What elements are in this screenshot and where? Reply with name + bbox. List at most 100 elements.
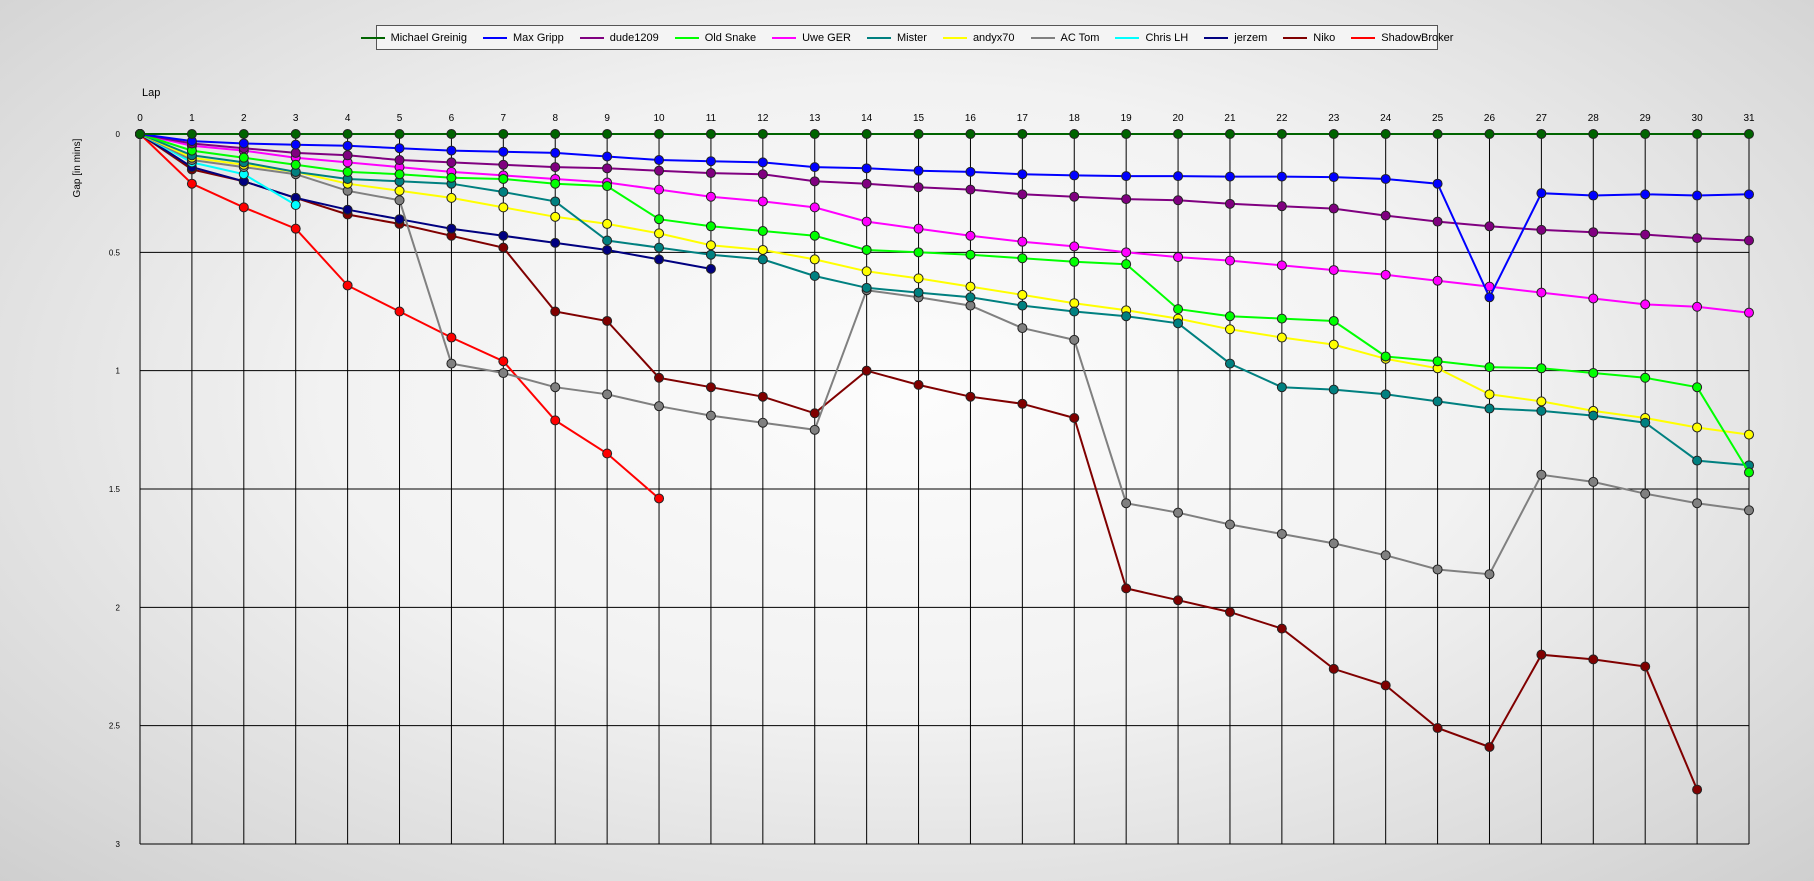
data-point	[550, 211, 561, 222]
data-point	[1380, 173, 1391, 184]
data-point	[238, 202, 249, 213]
data-point	[394, 214, 405, 225]
data-point	[757, 226, 768, 237]
data-point	[965, 230, 976, 241]
data-point	[550, 147, 561, 158]
data-point	[1744, 429, 1754, 440]
data-point	[1276, 332, 1287, 343]
x-tick-label: 31	[1743, 113, 1755, 124]
data-point	[1276, 201, 1287, 212]
data-point	[1173, 195, 1184, 206]
x-tick-label: 12	[757, 113, 769, 124]
data-point	[1432, 129, 1443, 139]
x-tick-label: 18	[1069, 113, 1081, 124]
data-point	[1380, 550, 1391, 561]
data-point	[1640, 488, 1651, 499]
data-point	[913, 273, 924, 284]
data-point	[342, 166, 353, 177]
data-point	[861, 244, 872, 255]
series-line	[139, 133, 1750, 314]
data-point	[186, 178, 197, 189]
data-point	[705, 263, 716, 274]
data-point	[654, 254, 665, 265]
data-point	[1328, 315, 1339, 326]
data-point	[446, 172, 457, 183]
data-point	[602, 181, 613, 192]
data-point	[602, 315, 613, 326]
data-point	[1536, 396, 1547, 407]
data-point	[1224, 171, 1235, 182]
data-point	[290, 147, 301, 158]
data-point	[757, 129, 768, 139]
data-point	[1017, 129, 1028, 139]
data-point	[809, 254, 820, 265]
data-point	[965, 129, 976, 139]
data-point	[1432, 564, 1443, 575]
data-point	[498, 186, 509, 197]
data-point	[1173, 507, 1184, 518]
x-tick-label: 6	[449, 113, 455, 124]
series-ac-tom	[135, 129, 1754, 580]
data-point	[1121, 498, 1132, 509]
data-point	[498, 202, 509, 213]
data-point	[394, 143, 405, 154]
data-point	[1380, 269, 1391, 280]
data-point	[1744, 189, 1754, 200]
data-point	[550, 196, 561, 207]
data-point	[705, 382, 716, 393]
x-tick-label: 19	[1121, 113, 1133, 124]
y-axis-label: Gap [in mins]	[72, 138, 83, 197]
data-point	[1276, 129, 1287, 139]
data-point	[757, 244, 768, 255]
series-line	[139, 133, 1750, 242]
data-point	[1328, 538, 1339, 549]
data-point	[913, 223, 924, 234]
data-point	[342, 140, 353, 151]
data-point	[446, 192, 457, 203]
data-point	[602, 163, 613, 174]
data-point	[1017, 253, 1028, 264]
data-point	[1017, 398, 1028, 409]
data-point	[705, 191, 716, 202]
data-point	[550, 129, 561, 139]
data-point	[602, 218, 613, 229]
x-tick-label: 11	[706, 113, 717, 124]
x-tick-label: 25	[1432, 113, 1444, 124]
data-point	[1692, 498, 1703, 509]
data-point	[1017, 169, 1028, 180]
data-point	[1328, 129, 1339, 139]
data-point	[498, 230, 509, 241]
data-point	[550, 237, 561, 248]
data-point	[1640, 129, 1651, 139]
data-point	[1017, 300, 1028, 311]
data-point	[1640, 661, 1651, 672]
data-point	[446, 145, 457, 156]
data-point	[1276, 171, 1287, 182]
data-point	[1692, 190, 1703, 201]
data-point	[498, 146, 509, 157]
series-line	[139, 133, 1750, 436]
data-point	[913, 182, 924, 193]
data-point	[1640, 372, 1651, 383]
data-point	[1224, 311, 1235, 322]
data-point	[238, 152, 249, 163]
data-point	[1692, 455, 1703, 466]
data-point	[1380, 351, 1391, 362]
data-point	[1328, 339, 1339, 350]
data-point	[394, 306, 405, 317]
data-point	[705, 240, 716, 251]
data-point	[705, 168, 716, 179]
x-tick-label: 13	[809, 113, 821, 124]
data-point	[1276, 528, 1287, 539]
data-point	[654, 165, 665, 176]
data-point	[1276, 260, 1287, 271]
data-point	[1484, 741, 1495, 752]
data-point	[654, 372, 665, 383]
data-point	[861, 266, 872, 277]
x-tick-label: 21	[1224, 113, 1236, 124]
data-point	[342, 129, 353, 139]
data-point	[1017, 189, 1028, 200]
x-tick-label: 20	[1173, 113, 1185, 124]
data-point	[705, 249, 716, 260]
data-point	[1121, 259, 1132, 270]
